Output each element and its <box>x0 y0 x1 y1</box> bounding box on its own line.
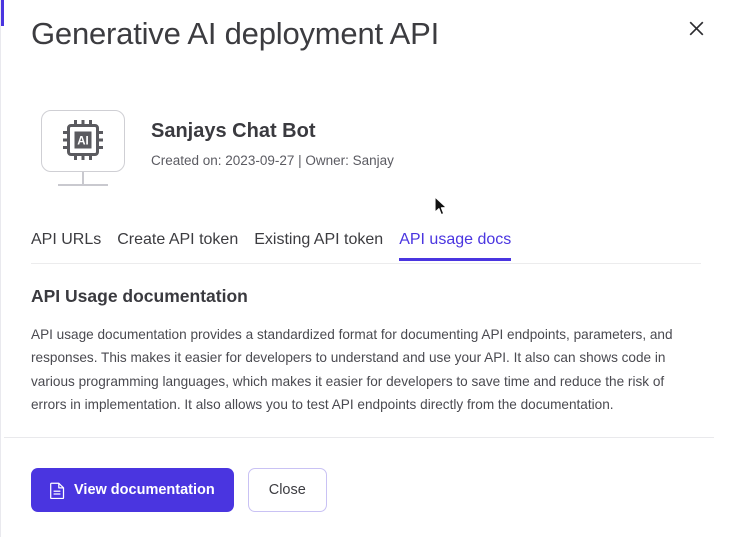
svg-text:AI: AI <box>77 136 89 148</box>
tab-bar: API URLs Create API token Existing API t… <box>31 228 701 264</box>
api-details-dialog: Generative AI deployment API AI Sanjays … <box>0 0 730 537</box>
tab-api-urls[interactable]: API URLs <box>31 228 101 261</box>
close-button[interactable]: Close <box>247 468 327 512</box>
page-title: Generative AI deployment API <box>31 16 439 51</box>
view-documentation-label: View documentation <box>74 482 215 498</box>
product-meta: Created on: 2023-09-27 | Owner: Sanjay <box>151 153 394 168</box>
tab-existing-api-token[interactable]: Existing API token <box>254 228 383 261</box>
product-name: Sanjays Chat Bot <box>151 120 316 142</box>
tab-panel-api-usage-docs: API Usage documentation API usage docume… <box>31 286 701 417</box>
footer-divider <box>4 437 714 438</box>
product-summary: AI Sanjays Chat Bot Created on: 2023-09-… <box>31 105 394 186</box>
close-icon[interactable] <box>683 15 709 41</box>
dialog-footer: View documentation Close <box>31 468 327 512</box>
dialog-header: Generative AI deployment API <box>1 0 730 78</box>
tab-api-usage-docs[interactable]: API usage docs <box>399 228 512 261</box>
content-heading: API Usage documentation <box>31 286 248 306</box>
content-body: API usage documentation provides a stand… <box>31 327 673 413</box>
ai-chip-monitor-icon: AI <box>31 105 135 186</box>
tab-create-api-token[interactable]: Create API token <box>117 228 238 261</box>
mouse-pointer-icon <box>434 196 450 218</box>
view-documentation-button[interactable]: View documentation <box>31 468 234 512</box>
document-icon <box>50 482 65 499</box>
